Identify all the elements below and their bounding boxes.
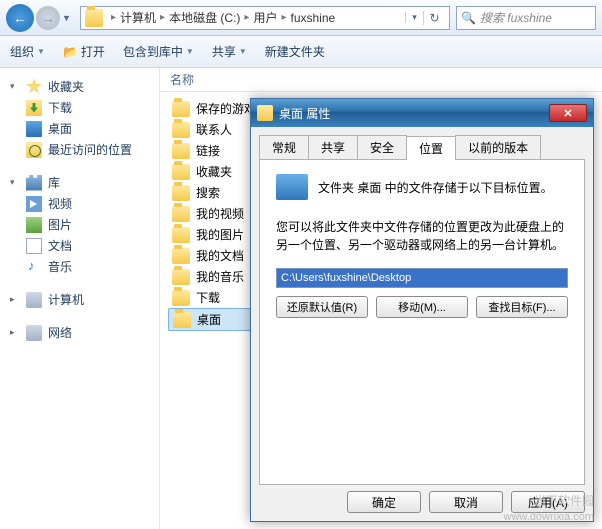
search-icon: 🔍 xyxy=(461,11,476,25)
restore-default-button[interactable]: 还原默认值(R) xyxy=(276,296,368,318)
tab-location[interactable]: 位置 xyxy=(406,136,456,160)
breadcrumb-seg[interactable]: 本地磁盘 (C:) xyxy=(169,9,240,26)
refresh-icon[interactable]: ↻ xyxy=(423,11,445,25)
sidebar-libraries-header[interactable]: ▾库 xyxy=(4,172,155,193)
dialog-footer: 确定 取消 应用(A) xyxy=(259,485,585,513)
monitor-icon xyxy=(276,174,308,200)
sidebar-item-recent[interactable]: 最近访问的位置 xyxy=(4,139,155,160)
recent-icon xyxy=(26,142,42,158)
caret-icon: ▸ xyxy=(10,327,20,338)
folder-icon xyxy=(172,290,190,306)
column-header-name[interactable]: 名称 xyxy=(160,68,602,92)
location-path-input[interactable] xyxy=(276,268,568,288)
sidebar-item-music[interactable]: 音乐 xyxy=(4,256,155,277)
toolbar-newfolder[interactable]: 新建文件夹 xyxy=(265,43,325,60)
folder-icon xyxy=(172,248,190,264)
apply-button[interactable]: 应用(A) xyxy=(511,491,585,513)
nav-history-dropdown[interactable]: ▼ xyxy=(62,13,74,23)
computer-icon xyxy=(26,292,42,308)
network-icon xyxy=(26,325,42,341)
explorer-navbar: ← → ▼ ▸ 计算机 ▸ 本地磁盘 (C:) ▸ 用户 ▸ fuxshine … xyxy=(0,0,602,36)
dialog-title-text: 桌面 属性 xyxy=(279,105,330,122)
chevron-down-icon: ▼ xyxy=(37,47,45,56)
folder-icon xyxy=(172,143,190,159)
dialog-titlebar[interactable]: 桌面 属性 ✕ xyxy=(251,99,593,127)
sidebar-item-pictures[interactable]: 图片 xyxy=(4,214,155,235)
arrow-left-icon: ← xyxy=(13,10,27,26)
search-box[interactable]: 🔍 搜索 fuxshine xyxy=(456,6,596,30)
toolbar-include[interactable]: 包含到库中▼ xyxy=(123,43,194,60)
move-button[interactable]: 移动(M)... xyxy=(376,296,468,318)
tab-security[interactable]: 安全 xyxy=(357,135,407,159)
cancel-button[interactable]: 取消 xyxy=(429,491,503,513)
toolbar-share[interactable]: 共享▼ xyxy=(212,43,247,60)
tab-sharing[interactable]: 共享 xyxy=(308,135,358,159)
tab-location-panel: 文件夹 桌面 中的文件存储于以下目标位置。 您可以将此文件夹中文件存储的位置更改… xyxy=(259,160,585,485)
sidebar-network[interactable]: ▸网络 xyxy=(4,322,155,343)
folder-icon xyxy=(172,269,190,285)
search-placeholder: 搜索 fuxshine xyxy=(480,9,552,26)
caret-icon: ▾ xyxy=(10,81,20,92)
find-target-button[interactable]: 查找目标(F)... xyxy=(476,296,568,318)
close-button[interactable]: ✕ xyxy=(549,104,587,122)
folder-icon xyxy=(172,122,190,138)
address-bar[interactable]: ▸ 计算机 ▸ 本地磁盘 (C:) ▸ 用户 ▸ fuxshine ▾ ↻ xyxy=(80,6,450,30)
properties-dialog: 桌面 属性 ✕ 常规 共享 安全 位置 以前的版本 文件夹 桌面 中的文件存储于… xyxy=(250,98,594,522)
toolbar-open[interactable]: 📂打开 xyxy=(63,43,105,60)
breadcrumb-seg[interactable]: 计算机 xyxy=(120,9,156,26)
nav-forward-button[interactable]: → xyxy=(36,6,60,30)
folder-icon xyxy=(172,185,190,201)
sidebar-favorites-header[interactable]: ▾收藏夹 xyxy=(4,76,155,97)
download-icon xyxy=(26,100,42,116)
ok-button[interactable]: 确定 xyxy=(347,491,421,513)
address-dropdown[interactable]: ▾ xyxy=(405,12,423,23)
sidebar-item-documents[interactable]: 文档 xyxy=(4,235,155,256)
toolbar-organize[interactable]: 组织▼ xyxy=(10,43,45,60)
nav-sidebar: ▾收藏夹 下载 桌面 最近访问的位置 ▾库 视频 图片 文档 音乐 ▸计算机 ▸… xyxy=(0,68,160,529)
caret-icon: ▾ xyxy=(10,177,20,188)
chevron-down-icon: ▼ xyxy=(239,47,247,56)
breadcrumb-sep-icon: ▸ xyxy=(281,12,286,23)
dialog-tabs: 常规 共享 安全 位置 以前的版本 xyxy=(259,135,585,160)
sidebar-item-desktop[interactable]: 桌面 xyxy=(4,118,155,139)
folder-icon xyxy=(172,206,190,222)
folder-icon xyxy=(172,227,190,243)
star-icon xyxy=(26,79,42,95)
folder-icon xyxy=(172,101,190,117)
video-icon xyxy=(26,196,42,212)
document-icon xyxy=(26,238,42,254)
folder-icon xyxy=(173,312,191,328)
tab-general[interactable]: 常规 xyxy=(259,135,309,159)
picture-icon xyxy=(26,217,42,233)
sidebar-computer[interactable]: ▸计算机 xyxy=(4,289,155,310)
chevron-down-icon: ▼ xyxy=(186,47,194,56)
tab-previous[interactable]: 以前的版本 xyxy=(455,135,541,159)
breadcrumb-seg[interactable]: fuxshine xyxy=(290,11,335,25)
location-topline: 文件夹 桌面 中的文件存储于以下目标位置。 xyxy=(318,179,553,196)
music-icon xyxy=(26,259,42,275)
close-icon: ✕ xyxy=(563,107,572,120)
folder-icon xyxy=(85,9,103,27)
breadcrumb-seg[interactable]: 用户 xyxy=(253,9,277,26)
explorer-toolbar: 组织▼ 📂打开 包含到库中▼ 共享▼ 新建文件夹 xyxy=(0,36,602,68)
folder-icon xyxy=(257,105,273,121)
arrow-right-icon: → xyxy=(41,10,55,26)
open-icon: 📂 xyxy=(63,45,78,59)
breadcrumb-sep-icon: ▸ xyxy=(111,12,116,23)
sidebar-item-downloads[interactable]: 下载 xyxy=(4,97,155,118)
breadcrumb-sep-icon: ▸ xyxy=(244,12,249,23)
breadcrumb-sep-icon: ▸ xyxy=(160,12,165,23)
library-icon xyxy=(26,175,42,191)
sidebar-item-videos[interactable]: 视频 xyxy=(4,193,155,214)
location-message: 您可以将此文件夹中文件存储的位置更改为此硬盘上的另一个位置、另一个驱动器或网络上… xyxy=(276,218,568,254)
nav-back-button[interactable]: ← xyxy=(6,4,34,32)
desktop-icon xyxy=(26,121,42,137)
folder-icon xyxy=(172,164,190,180)
caret-icon: ▸ xyxy=(10,294,20,305)
